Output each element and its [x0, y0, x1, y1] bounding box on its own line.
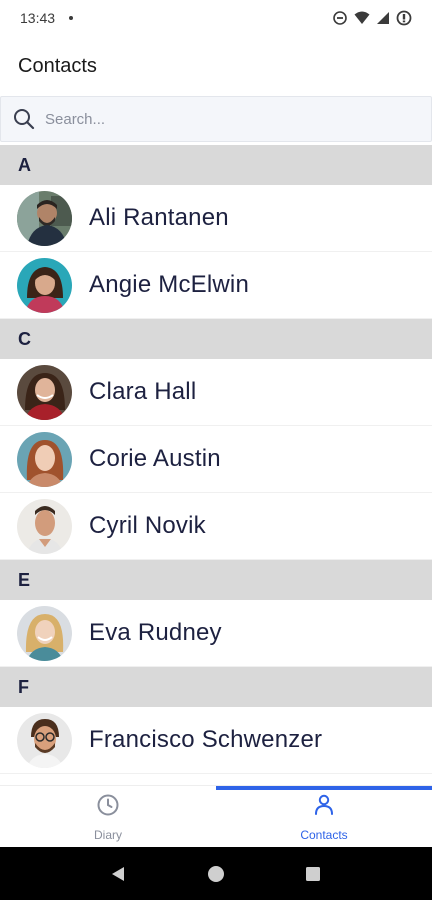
tab-diary[interactable]: Diary	[0, 786, 216, 848]
person-icon	[312, 793, 336, 822]
contact-row-ali-rantanen[interactable]: Ali Rantanen	[0, 185, 432, 252]
do-not-disturb-icon	[332, 10, 348, 26]
tab-label: Diary	[93, 827, 122, 842]
avatar	[17, 190, 72, 246]
contact-name: Cyril Novik	[89, 512, 206, 539]
avatar	[17, 364, 72, 420]
contact-row-cyril-novik[interactable]: Cyril Novik	[0, 493, 432, 560]
contact-name: Angie McElwin	[89, 271, 249, 298]
bottom-nav: Diary Contacts	[0, 785, 432, 847]
contact-row-corie-austin[interactable]: Corie Austin	[0, 426, 432, 493]
avatar	[17, 712, 72, 768]
contact-name: Clara Hall	[89, 378, 197, 405]
status-bar: 13:43	[0, 0, 432, 36]
contact-name: Francisco Schwenzer	[89, 726, 323, 753]
tab-label: Contacts	[300, 827, 348, 842]
section-header-c: C	[0, 319, 432, 359]
section-header-f: F	[0, 667, 432, 707]
search-bar[interactable]	[0, 96, 432, 142]
search-icon	[13, 108, 35, 130]
section-header-a: A	[0, 145, 432, 185]
wifi-icon	[354, 11, 370, 25]
battery-icon	[396, 10, 412, 26]
contact-row-clara-hall[interactable]: Clara Hall	[0, 359, 432, 426]
tab-contacts[interactable]: Contacts	[216, 786, 432, 848]
search-input[interactable]	[45, 110, 405, 128]
contact-name: Eva Rudney	[89, 619, 222, 646]
avatar	[17, 257, 72, 313]
system-nav-bar	[0, 847, 432, 900]
section-header-e: E	[0, 560, 432, 600]
recents-icon[interactable]	[304, 865, 322, 883]
status-time: 13:43	[20, 10, 56, 26]
home-icon[interactable]	[207, 865, 225, 883]
back-icon[interactable]	[110, 865, 128, 883]
avatar	[17, 498, 72, 554]
contact-name: Corie Austin	[89, 445, 221, 472]
signal-icon	[376, 11, 390, 25]
avatar	[17, 431, 72, 487]
avatar	[17, 605, 72, 661]
contact-row-francisco-schwenzer[interactable]: Francisco Schwenzer	[0, 707, 432, 774]
contact-row-angie-mcelwin[interactable]: Angie McElwin	[0, 252, 432, 319]
clock-icon	[96, 793, 120, 822]
contact-name: Ali Rantanen	[89, 204, 229, 231]
contact-row-eva-rudney[interactable]: Eva Rudney	[0, 600, 432, 667]
page-title: Contacts	[18, 54, 97, 77]
app-header: Contacts	[0, 36, 432, 96]
app-screen: 13:43 Contacts A	[0, 0, 432, 900]
notification-dot	[69, 16, 74, 20]
contact-list[interactable]: A Ali Rantanen Angie McElwin C Clara Hal…	[0, 145, 432, 785]
